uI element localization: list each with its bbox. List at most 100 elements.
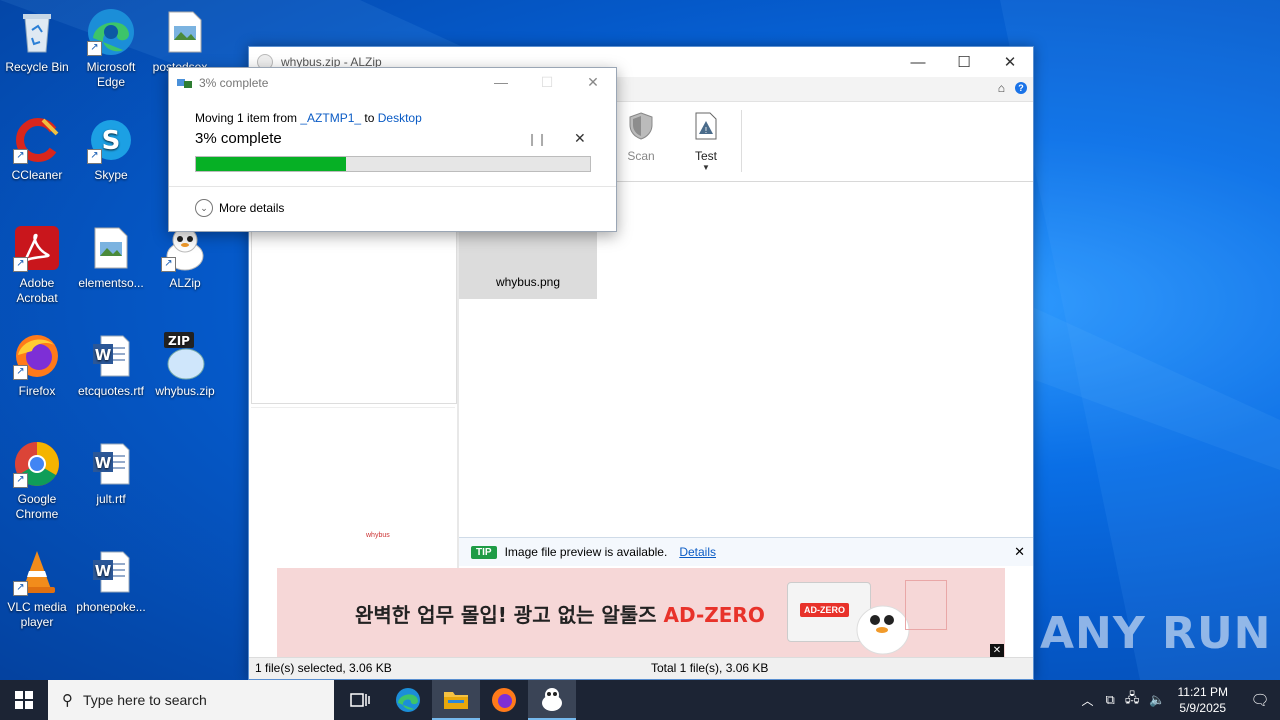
home-icon[interactable]: ⌂ xyxy=(998,81,1005,95)
taskbar-file-explorer[interactable] xyxy=(432,680,480,720)
close-button[interactable]: ✕ xyxy=(987,47,1033,77)
taskbar-edge[interactable] xyxy=(384,680,432,720)
desktop-icon-chrome[interactable]: ↗ Google Chrome xyxy=(0,440,74,522)
chevron-down-icon[interactable]: ▼ xyxy=(681,163,731,172)
task-view-button[interactable] xyxy=(336,680,384,720)
cancel-operation-button[interactable]: ✕ xyxy=(574,130,586,147)
shortcut-arrow-icon: ↗ xyxy=(87,149,102,164)
ad-close-icon[interactable]: ✕ xyxy=(990,644,1004,658)
word-document-icon: W xyxy=(87,548,135,596)
desktop-icon-label: CCleaner xyxy=(11,168,63,182)
tip-details-link[interactable]: Details xyxy=(679,545,716,559)
network-vpn-icon[interactable]: ⧉ xyxy=(1106,692,1115,708)
desktop-icon-postedsex[interactable]: postedsex... xyxy=(148,8,222,75)
desktop-icon-label: whybus.zip xyxy=(155,384,215,398)
dialog-title: 3% complete xyxy=(199,76,269,90)
zip-archive-icon: ZIP xyxy=(161,332,209,380)
desktop-icon-ccleaner[interactable]: ↗ CCleaner xyxy=(0,116,74,183)
desktop-icon-firefox[interactable]: ↗ Firefox xyxy=(0,332,74,399)
shield-icon xyxy=(629,112,653,140)
desktop-icon-jult[interactable]: W jult.rtf xyxy=(74,440,148,507)
desktop-icon-label: phonepoke... xyxy=(76,600,146,614)
shortcut-arrow-icon: ↗ xyxy=(87,41,102,56)
svg-text:W: W xyxy=(95,454,112,472)
ad-frame-graphic xyxy=(905,580,947,630)
desktop-icon-label: ALZip xyxy=(169,276,201,290)
desktop-icon-elementso[interactable]: elementso... xyxy=(74,224,148,291)
acrobat-icon: ↗ xyxy=(13,224,61,272)
progress-bar xyxy=(195,156,591,172)
desktop-icon-label: elementso... xyxy=(78,276,144,290)
desktop-icon-whybus-zip[interactable]: ZIP whybus.zip xyxy=(148,332,222,399)
tip-badge: TIP xyxy=(471,545,497,559)
progress-fill xyxy=(196,157,346,171)
test-document-icon: ! xyxy=(695,112,717,140)
ad-banner[interactable]: 완벽한 업무 몰입! 광고 없는 알툴즈 AD-ZERO AD-ZERO xyxy=(277,568,1005,658)
help-icon[interactable]: ? xyxy=(1015,82,1027,94)
dialog-titlebar[interactable]: 3% complete xyxy=(177,76,268,90)
test-button[interactable]: ! Test ▼ xyxy=(681,112,731,172)
shortcut-arrow-icon: ↗ xyxy=(13,581,28,596)
tip-close-icon[interactable]: ✕ xyxy=(1014,544,1025,560)
desktop-icon-label: Google Chrome xyxy=(15,492,59,521)
desktop-icon-phonepoke[interactable]: W phonepoke... xyxy=(74,548,148,615)
vlc-cone-icon: ↗ xyxy=(13,548,61,596)
move-description: Moving 1 item from _AZTMP1_ to Desktop xyxy=(195,111,422,125)
taskbar-clock[interactable]: 11:21 PM 5/9/2025 xyxy=(1178,684,1228,716)
chevron-up-icon[interactable]: ︿ xyxy=(1082,692,1094,709)
start-button[interactable] xyxy=(0,680,48,720)
desktop-icon-acrobat[interactable]: ↗ Adobe Acrobat xyxy=(0,224,74,306)
percent-complete-text: 3% complete xyxy=(195,130,282,147)
folder-icon xyxy=(444,692,468,709)
svg-text:!: ! xyxy=(704,126,707,135)
clock-time: 11:21 PM xyxy=(1177,685,1228,699)
desktop-icon-label: Firefox xyxy=(18,384,56,398)
thumbnail-placeholder xyxy=(459,231,597,275)
word-document-icon: W xyxy=(87,332,135,380)
alzip-mascot-icon xyxy=(542,688,562,711)
destination-folder-link[interactable]: Desktop xyxy=(378,111,422,125)
network-icon[interactable]: 🖧 xyxy=(1125,689,1140,711)
dialog-close-button[interactable]: ✕ xyxy=(570,68,616,96)
move-prefix: Moving 1 item from xyxy=(195,111,301,125)
chrome-icon: ↗ xyxy=(13,440,61,488)
shortcut-arrow-icon: ↗ xyxy=(13,473,28,488)
svg-text:S: S xyxy=(102,126,121,156)
desktop-icon-recycle-bin[interactable]: Recycle Bin xyxy=(0,8,74,75)
search-icon: ⚲ xyxy=(62,692,73,709)
test-label: Test xyxy=(694,149,717,163)
scan-label: Scan xyxy=(627,149,655,163)
more-details-toggle[interactable]: ⌄ More details xyxy=(195,199,284,217)
volume-icon[interactable]: 🔈 xyxy=(1149,692,1165,708)
clock-date: 5/9/2025 xyxy=(1179,701,1227,715)
taskbar-alzip[interactable] xyxy=(528,680,576,720)
svg-text:W: W xyxy=(95,562,112,580)
pause-button[interactable]: ❙❙ xyxy=(527,132,547,146)
dialog-maximize-button: ☐ xyxy=(540,73,554,90)
edge-icon: ↗ xyxy=(87,8,135,56)
desktop-icon-label: Adobe Acrobat xyxy=(16,276,58,305)
tip-bar: TIP Image file preview is available. Det… xyxy=(459,537,1033,566)
ad-brand: AD-ZERO xyxy=(663,603,765,627)
desktop-icon-edge[interactable]: ↗ Microsoft Edge xyxy=(74,8,148,90)
scan-button[interactable]: Scan xyxy=(616,112,666,163)
taskbar-search-box[interactable]: ⚲ Type here to search xyxy=(48,680,334,720)
ccleaner-icon: ↗ xyxy=(13,116,61,164)
file-item-whybus-png[interactable]: whybus.png xyxy=(459,231,597,299)
notifications-icon[interactable]: 🗨 xyxy=(1240,691,1280,709)
skype-icon: S ↗ xyxy=(87,116,135,164)
minimize-button[interactable]: — xyxy=(895,47,941,77)
desktop-icon-vlc[interactable]: ↗ VLC media player xyxy=(0,548,74,630)
maximize-button[interactable]: ☐ xyxy=(941,47,987,77)
taskbar-firefox[interactable] xyxy=(480,680,528,720)
desktop-icon-label: jult.rtf xyxy=(96,492,126,506)
desktop-icon-etcquotes[interactable]: W etcquotes.rtf xyxy=(74,332,148,399)
dialog-minimize-button[interactable]: — xyxy=(478,68,524,96)
file-item-label: whybus.png xyxy=(495,275,561,289)
source-folder-link[interactable]: _AZTMP1_ xyxy=(300,111,361,125)
desktop-icon-skype[interactable]: S ↗ Skype xyxy=(74,116,148,183)
desktop-icon-alzip[interactable]: ↗ ALZip xyxy=(148,224,222,291)
tip-text: Image file preview is available. xyxy=(504,545,668,559)
desktop-icon-label: VLC media player xyxy=(7,600,67,629)
image-file-icon xyxy=(161,8,209,56)
